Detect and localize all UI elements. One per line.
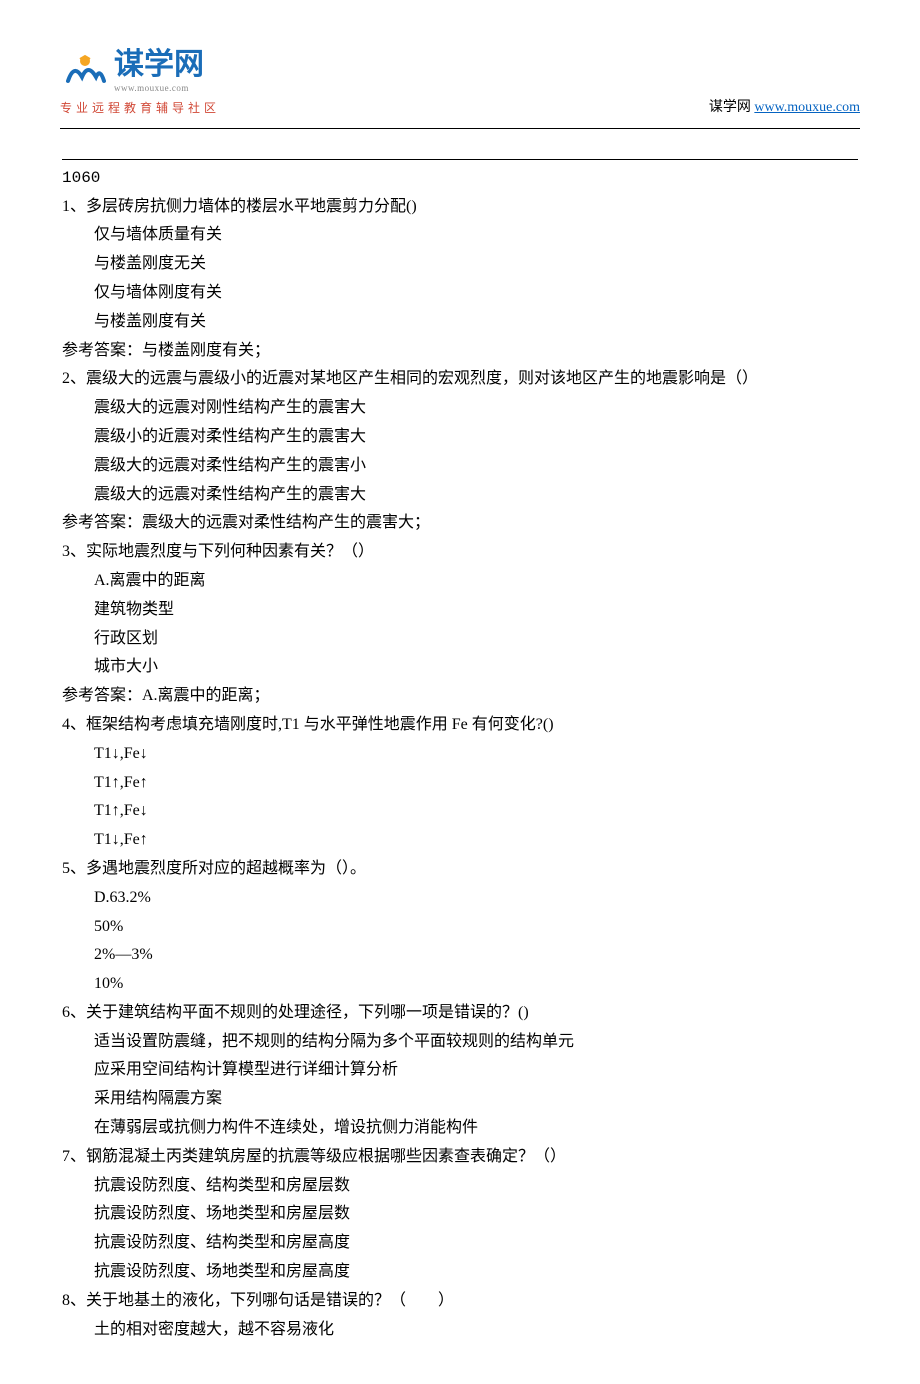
question: 1、多层砖房抗侧力墙体的楼层水平地震剪力分配()仅与墙体质量有关与楼盖刚度无关仅… xyxy=(62,193,858,366)
question-option: 适当设置防震缝，把不规则的结构分隔为多个平面较规则的结构单元 xyxy=(62,1028,858,1057)
logo-text: 谋学网 www.mouxue.com xyxy=(114,50,204,96)
question-option: 行政区划 xyxy=(62,625,858,654)
question-text: 8、关于地基土的液化，下列哪句话是错误的？（ ） xyxy=(62,1287,858,1316)
question-option: 仅与墙体刚度有关 xyxy=(62,279,858,308)
question-option: 震级小的近震对柔性结构产生的震害大 xyxy=(62,423,858,452)
question: 5、多遇地震烈度所对应的超越概率为（）。D.63.2%50%2%—3%10% xyxy=(62,855,858,999)
question-answer: 参考答案：A.离震中的距离； xyxy=(62,682,858,711)
question-text: 4、框架结构考虑填充墙刚度时,T1 与水平弹性地震作用 Fe 有何变化?() xyxy=(62,711,858,740)
question: 7、钢筋混凝土丙类建筑房屋的抗震等级应根据哪些因素查表确定？（）抗震设防烈度、结… xyxy=(62,1143,858,1287)
question: 8、关于地基土的液化，下列哪句话是错误的？（ ）土的相对密度越大，越不容易液化 xyxy=(62,1287,858,1345)
page-header: 谋学网 www.mouxue.com 专业远程教育辅导社区 谋学网 www.mo… xyxy=(60,50,860,120)
question-option: 应采用空间结构计算模型进行详细计算分析 xyxy=(62,1056,858,1085)
question-option: 与楼盖刚度无关 xyxy=(62,250,858,279)
question-option: 在薄弱层或抗侧力构件不连续处，增设抗侧力消能构件 xyxy=(62,1114,858,1143)
header-divider xyxy=(60,128,860,129)
logo-icon xyxy=(60,53,110,93)
content: 1060 1、多层砖房抗侧力墙体的楼层水平地震剪力分配()仅与墙体质量有关与楼盖… xyxy=(60,159,860,1345)
logo-top: 谋学网 www.mouxue.com xyxy=(60,50,220,96)
question-option: 震级大的远震对柔性结构产生的震害大 xyxy=(62,481,858,510)
question-option: 土的相对密度越大，越不容易液化 xyxy=(62,1316,858,1345)
question-text: 1、多层砖房抗侧力墙体的楼层水平地震剪力分配() xyxy=(62,193,858,222)
header-right: 谋学网 www.mouxue.com xyxy=(709,95,860,120)
question: 2、震级大的远震与震级小的近震对某地区产生相同的宏观烈度，则对该地区产生的地震影… xyxy=(62,365,858,538)
questions-container: 1、多层砖房抗侧力墙体的楼层水平地震剪力分配()仅与墙体质量有关与楼盖刚度无关仅… xyxy=(62,193,858,1345)
question-text: 3、实际地震烈度与下列何种因素有关？（） xyxy=(62,538,858,567)
question-option: 抗震设防烈度、场地类型和房屋层数 xyxy=(62,1200,858,1229)
logo-name: 谋学网 xyxy=(114,50,204,80)
question-answer: 参考答案：与楼盖刚度有关； xyxy=(62,337,858,366)
question: 3、实际地震烈度与下列何种因素有关？（）A.离震中的距离建筑物类型行政区划城市大… xyxy=(62,538,858,711)
content-separator xyxy=(62,159,858,160)
question: 4、框架结构考虑填充墙刚度时,T1 与水平弹性地震作用 Fe 有何变化?()T1… xyxy=(62,711,858,855)
question-option: 抗震设防烈度、场地类型和房屋高度 xyxy=(62,1258,858,1287)
question-option: T1↓,Fe↑ xyxy=(62,826,858,855)
question-text: 7、钢筋混凝土丙类建筑房屋的抗震等级应根据哪些因素查表确定？（） xyxy=(62,1143,858,1172)
logo-block: 谋学网 www.mouxue.com 专业远程教育辅导社区 xyxy=(60,50,220,120)
logo-url: www.mouxue.com xyxy=(114,80,204,96)
question-option: 10% xyxy=(62,970,858,999)
document-code: 1060 xyxy=(62,164,858,193)
question-option: 2%—3% xyxy=(62,941,858,970)
question-option: 50% xyxy=(62,913,858,942)
question-option: 抗震设防烈度、结构类型和房屋高度 xyxy=(62,1229,858,1258)
question-option: 采用结构隔震方案 xyxy=(62,1085,858,1114)
question-option: T1↑,Fe↑ xyxy=(62,769,858,798)
question-answer: 参考答案：震级大的远震对柔性结构产生的震害大； xyxy=(62,509,858,538)
question-option: 城市大小 xyxy=(62,653,858,682)
question-option: 抗震设防烈度、结构类型和房屋层数 xyxy=(62,1172,858,1201)
question-text: 5、多遇地震烈度所对应的超越概率为（）。 xyxy=(62,855,858,884)
question-option: 震级大的远震对刚性结构产生的震害大 xyxy=(62,394,858,423)
site-link[interactable]: www.mouxue.com xyxy=(754,100,860,115)
question-option: 建筑物类型 xyxy=(62,596,858,625)
question-option: D.63.2% xyxy=(62,884,858,913)
question-option: A.离震中的距离 xyxy=(62,567,858,596)
question-text: 6、关于建筑结构平面不规则的处理途径，下列哪一项是错误的？() xyxy=(62,999,858,1028)
logo-subtitle: 专业远程教育辅导社区 xyxy=(60,98,220,120)
question-option: 与楼盖刚度有关 xyxy=(62,308,858,337)
question-option: T1↓,Fe↓ xyxy=(62,740,858,769)
question-text: 2、震级大的远震与震级小的近震对某地区产生相同的宏观烈度，则对该地区产生的地震影… xyxy=(62,365,858,394)
question: 6、关于建筑结构平面不规则的处理途径，下列哪一项是错误的？()适当设置防震缝，把… xyxy=(62,999,858,1143)
question-option: 仅与墙体质量有关 xyxy=(62,221,858,250)
site-label: 谋学网 xyxy=(709,100,751,115)
question-option: 震级大的远震对柔性结构产生的震害小 xyxy=(62,452,858,481)
question-option: T1↑,Fe↓ xyxy=(62,797,858,826)
